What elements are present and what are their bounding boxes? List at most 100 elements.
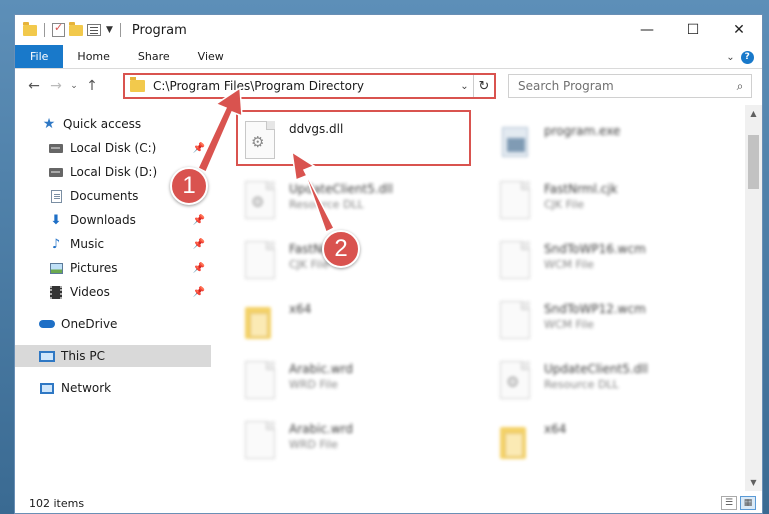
sidebar-item-label: Quick access <box>63 117 142 131</box>
file-item[interactable]: Arabic.wrd WRD File <box>243 421 353 461</box>
sidebar-item-quick-access[interactable]: ★ Quick access <box>15 113 211 135</box>
minimize-button[interactable]: — <box>624 15 670 45</box>
back-arrow-icon[interactable]: ← <box>23 78 45 94</box>
window-controls: — ☐ ✕ <box>624 15 762 45</box>
chevron-down-icon[interactable]: ▼ <box>106 25 113 35</box>
tab-file[interactable]: File <box>15 45 64 68</box>
divider <box>44 23 45 37</box>
file-item-program-exe[interactable]: program.exe <box>498 123 620 163</box>
tab-home[interactable]: Home <box>63 45 123 68</box>
navigation-pane: ★ Quick access Local Disk (C:) 📌 Local D… <box>15 105 211 491</box>
step-2-callout: 2 <box>322 230 360 268</box>
status-bar: 102 items ☰ ▦ <box>15 491 762 513</box>
pin-icon[interactable]: 📌 <box>193 143 205 154</box>
pin-icon[interactable]: 📌 <box>193 287 205 298</box>
documents-icon <box>48 189 64 203</box>
scrollbar-thumb[interactable] <box>748 135 759 189</box>
sidebar-item-pictures[interactable]: Pictures 📌 <box>15 257 211 279</box>
sidebar-item-local-disk-c[interactable]: Local Disk (C:) 📌 <box>15 137 211 159</box>
dll-gear-icon: ⚙ <box>243 181 277 221</box>
file-name: program.exe <box>544 124 621 138</box>
vertical-scrollbar[interactable]: ▲ ▼ <box>745 105 762 491</box>
file-item[interactable]: Arabic.wrd WRD File <box>243 361 353 401</box>
sidebar-item-network[interactable]: Network <box>15 377 211 399</box>
document-icon <box>498 301 532 341</box>
search-input[interactable] <box>509 79 729 93</box>
help-icon[interactable]: ? <box>740 50 754 64</box>
sidebar-item-label: Documents <box>70 189 139 203</box>
file-item[interactable]: SndToWP12.wcm WCM File <box>498 301 646 341</box>
sidebar-item-label: Music <box>70 237 105 251</box>
search-box[interactable]: ⌕ <box>508 74 752 98</box>
file-item[interactable]: x64 <box>498 421 566 461</box>
step-1-callout: 1 <box>170 167 208 205</box>
title-bar: ▼ Program — ☐ ✕ <box>15 15 762 45</box>
properties-check-icon[interactable] <box>52 21 65 37</box>
ribbon-help: ⌄ ? <box>718 45 762 69</box>
scroll-down-icon[interactable]: ▼ <box>745 474 762 491</box>
document-icon <box>243 361 277 401</box>
download-icon: ⬇ <box>50 212 62 228</box>
file-item[interactable]: x64 <box>243 301 311 341</box>
sidebar-item-label: Local Disk (C:) <box>70 141 157 155</box>
divider <box>119 23 121 37</box>
file-name: Arabic.wrd <box>289 422 354 436</box>
file-item[interactable]: SndToWP16.wcm WCM File <box>498 241 646 281</box>
sidebar-item-downloads[interactable]: ⬇ Downloads 📌 <box>15 209 211 231</box>
file-highlight-box <box>236 110 471 166</box>
exe-icon <box>498 123 532 163</box>
item-count: 102 items <box>29 496 85 510</box>
file-item[interactable]: ⚙ UpdateClient5.dll Resource DLL <box>243 181 393 221</box>
document-icon <box>498 181 532 221</box>
file-type: Resource DLL <box>544 378 619 391</box>
sidebar-item-label: Downloads <box>70 213 136 227</box>
drive-icon <box>48 165 64 179</box>
address-dropdown-icon[interactable]: ⌄ <box>456 75 474 97</box>
tab-share[interactable]: Share <box>124 45 184 68</box>
close-button[interactable]: ✕ <box>716 15 762 45</box>
sidebar-item-videos[interactable]: Videos 📌 <box>15 281 211 303</box>
scroll-up-icon[interactable]: ▲ <box>745 105 762 122</box>
forward-arrow-icon[interactable]: → <box>45 78 67 94</box>
ribbon-tabs: File Home Share View ⌄ ? <box>15 45 762 69</box>
onedrive-icon <box>39 317 55 331</box>
large-icons-view-icon[interactable]: ▦ <box>740 496 756 510</box>
address-path[interactable]: C:\Program Files\Program Directory <box>153 79 456 93</box>
address-bar[interactable]: C:\Program Files\Program Directory ⌄ ↻ <box>123 73 496 99</box>
sidebar-item-label: OneDrive <box>61 317 118 331</box>
rename-icon[interactable] <box>87 24 101 36</box>
network-icon <box>39 381 55 395</box>
recent-locations-chevron-icon[interactable]: ⌄ <box>67 81 81 91</box>
expand-ribbon-icon[interactable]: ⌄ <box>726 52 734 63</box>
search-icon[interactable]: ⌕ <box>729 79 751 94</box>
sidebar-item-music[interactable]: ♪ Music 📌 <box>15 233 211 255</box>
star-icon: ★ <box>42 116 56 132</box>
up-arrow-icon[interactable]: ↑ <box>81 78 103 94</box>
refresh-icon[interactable]: ↻ <box>474 79 494 94</box>
file-item[interactable]: ⚙ UpdateClient5.dll Resource DLL <box>498 361 648 401</box>
sidebar-item-onedrive[interactable]: OneDrive <box>15 313 211 335</box>
file-name: SndToWP12.wcm <box>544 302 646 316</box>
folder-icon <box>498 421 532 461</box>
file-name: UpdateClient5.dll <box>544 362 648 376</box>
file-name: SndToWP16.wcm <box>544 242 646 256</box>
file-explorer-window: ▼ Program — ☐ ✕ File Home Share View ⌄ ?… <box>14 14 763 514</box>
sidebar-item-label: Local Disk (D:) <box>70 165 158 179</box>
new-folder-icon[interactable] <box>69 21 83 36</box>
folder-icon <box>243 301 277 341</box>
file-type: WRD File <box>289 378 338 391</box>
pin-icon[interactable]: 📌 <box>193 263 205 274</box>
maximize-button[interactable]: ☐ <box>670 15 716 45</box>
file-type: WRD File <box>289 438 338 451</box>
details-view-icon[interactable]: ☰ <box>721 496 737 510</box>
pin-icon[interactable]: 📌 <box>193 239 205 250</box>
sidebar-item-this-pc[interactable]: This PC <box>15 345 211 367</box>
document-icon <box>243 241 277 281</box>
window-title: Program <box>131 22 187 38</box>
file-type: Resource DLL <box>289 198 364 211</box>
pin-icon[interactable]: 📌 <box>193 215 205 226</box>
file-item[interactable]: FastNrml.cjk CJK File <box>498 181 618 221</box>
file-type: CJK File <box>544 198 585 211</box>
file-item[interactable]: FastNr CJK File <box>243 241 329 281</box>
tab-view[interactable]: View <box>184 45 238 68</box>
